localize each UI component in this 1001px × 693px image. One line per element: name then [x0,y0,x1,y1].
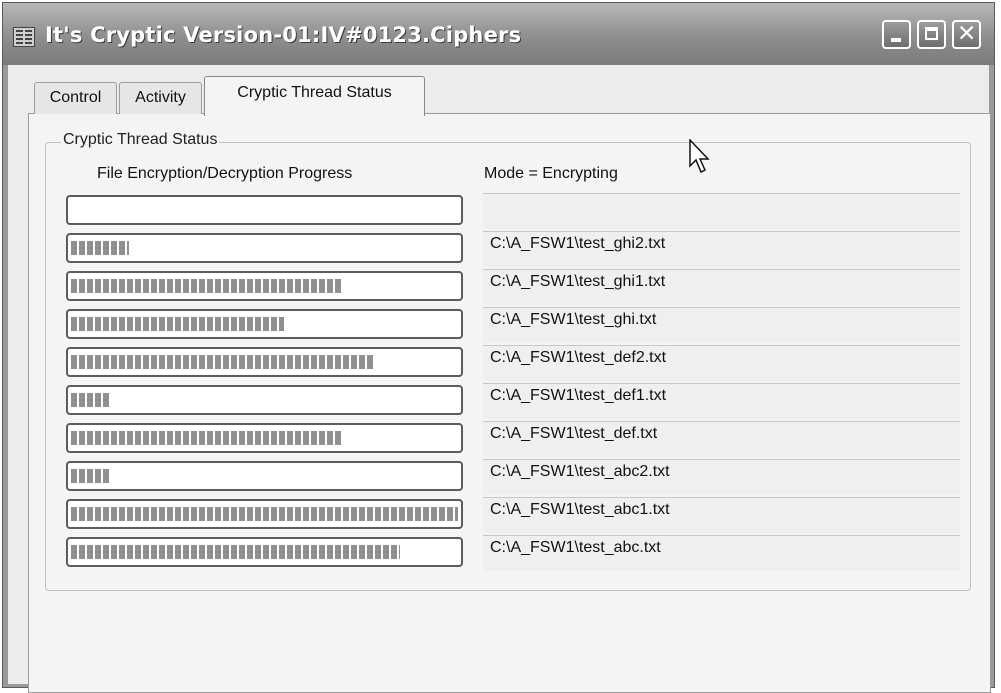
tab-control[interactable]: Control [34,82,117,114]
file-path-cell-8: C:\A_FSW1\test_abc2.txt [483,459,960,495]
file-path-cell-1 [483,193,960,229]
progress-bar-6 [66,385,463,415]
close-button[interactable]: ✕ [952,20,981,49]
progress-fill [71,393,110,407]
progress-fill [71,241,129,255]
mouse-pointer-icon [689,139,710,174]
mode-label: Mode = Encrypting [484,165,618,182]
window-title: It's Cryptic Version-01:IV#0123.Ciphers [45,23,522,47]
progress-fill [71,279,342,293]
minimize-button[interactable] [882,20,911,49]
progress-fill [71,431,342,445]
progress-fill [71,545,400,559]
progress-fill [71,507,458,521]
progress-bar-9 [66,499,463,529]
close-icon: ✕ [957,21,977,47]
progress-bar-4 [66,309,463,339]
maximize-icon [925,27,938,40]
file-path-cell-3: C:\A_FSW1\test_ghi1.txt [483,269,960,305]
progress-bar-8 [66,461,463,491]
file-path-cell-7: C:\A_FSW1\test_def.txt [483,421,960,457]
file-path-cell-9: C:\A_FSW1\test_abc1.txt [483,497,960,533]
maximize-button[interactable] [917,20,946,49]
tab-cryptic-thread-status[interactable]: Cryptic Thread Status [204,76,425,116]
progress-fill [71,317,284,331]
file-path-cell-5: C:\A_FSW1\test_def2.txt [483,345,960,381]
progress-bar-3 [66,271,463,301]
progress-fill [71,355,373,369]
file-path-cell-10: C:\A_FSW1\test_abc.txt [483,535,960,571]
app-window: It's Cryptic Version-01:IV#0123.Ciphers … [2,2,995,693]
progress-bar-5 [66,347,463,377]
progress-column-header: File Encryption/Decryption Progress [97,165,353,182]
minimize-icon [891,38,901,42]
progress-fill [71,469,110,483]
progress-bar-1 [66,195,463,225]
file-path-cell-4: C:\A_FSW1\test_ghi.txt [483,307,960,343]
file-path-cell-6: C:\A_FSW1\test_def1.txt [483,383,960,419]
progress-bar-7 [66,423,463,453]
progress-bar-2 [66,233,463,263]
title-bar[interactable]: It's Cryptic Version-01:IV#0123.Ciphers … [3,3,994,65]
progress-bar-10 [66,537,463,567]
tab-activity[interactable]: Activity [119,82,202,114]
file-path-cell-2: C:\A_FSW1\test_ghi2.txt [483,231,960,267]
group-title: Cryptic Thread Status [61,131,220,149]
app-icon[interactable] [13,27,35,47]
